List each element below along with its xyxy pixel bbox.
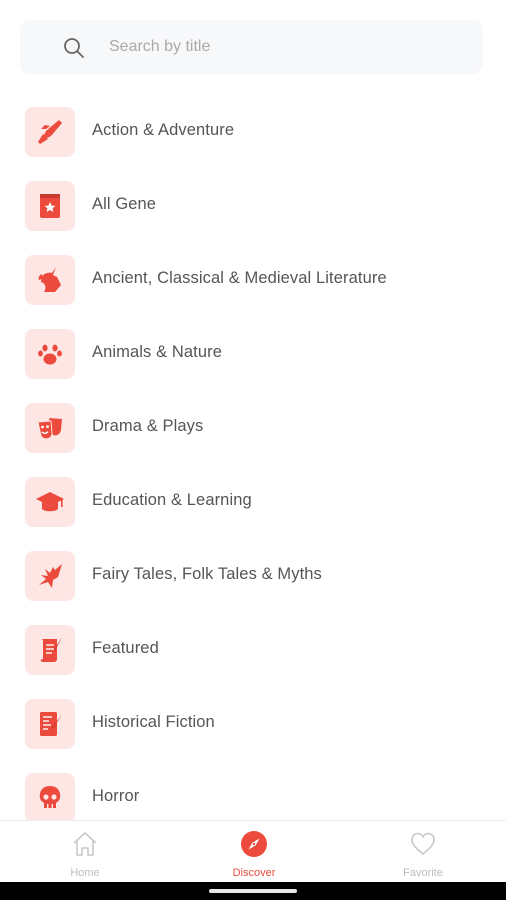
document-quill-icon bbox=[25, 699, 75, 749]
theater-masks-icon bbox=[25, 403, 75, 453]
category-label: Animals & Nature bbox=[92, 343, 222, 361]
category-item-education-learning[interactable]: Education & Learning bbox=[0, 466, 506, 536]
rocket-icon bbox=[25, 107, 75, 157]
category-item-drama-plays[interactable]: Drama & Plays bbox=[0, 392, 506, 462]
paw-icon bbox=[25, 329, 75, 379]
category-label: All Gene bbox=[92, 195, 157, 213]
tab-favorite[interactable]: Favorite bbox=[363, 821, 483, 883]
graduation-cap-icon bbox=[25, 477, 75, 527]
tab-label: Home bbox=[70, 867, 100, 879]
dragon-icon bbox=[25, 551, 75, 601]
category-label: Education & Learning bbox=[92, 491, 252, 509]
compass-icon bbox=[241, 831, 267, 857]
category-item-historical-fiction[interactable]: Historical Fiction bbox=[0, 688, 506, 758]
tab-label: Discover bbox=[232, 867, 276, 879]
category-item-action-adventure[interactable]: Action & Adventure bbox=[0, 96, 506, 166]
home-icon bbox=[73, 832, 97, 856]
system-navigation-bar bbox=[0, 882, 506, 900]
search-bar[interactable] bbox=[20, 20, 483, 74]
skull-icon bbox=[25, 773, 75, 823]
category-item-featured[interactable]: Featured bbox=[0, 614, 506, 684]
search-icon bbox=[64, 38, 84, 58]
home-gesture-handle[interactable] bbox=[209, 889, 297, 893]
tab-home[interactable]: Home bbox=[25, 821, 145, 883]
category-item-ancient-classical[interactable]: Ancient, Classical & Medieval Literature bbox=[0, 244, 506, 314]
book-star-icon bbox=[25, 181, 75, 231]
category-label: Drama & Plays bbox=[92, 417, 204, 435]
category-label: Fairy Tales, Folk Tales & Myths bbox=[92, 565, 322, 583]
category-item-animals-nature[interactable]: Animals & Nature bbox=[0, 318, 506, 388]
category-label: Action & Adventure bbox=[92, 121, 235, 139]
category-label: Historical Fiction bbox=[92, 713, 215, 731]
category-label: Ancient, Classical & Medieval Literature bbox=[92, 269, 387, 287]
category-label: Horror bbox=[92, 787, 140, 805]
unicorn-icon bbox=[25, 255, 75, 305]
tab-label: Favorite bbox=[403, 867, 443, 879]
scroll-quill-icon bbox=[25, 625, 75, 675]
tab-discover[interactable]: Discover bbox=[194, 821, 314, 883]
category-item-fairy-tales[interactable]: Fairy Tales, Folk Tales & Myths bbox=[0, 540, 506, 610]
category-label: Featured bbox=[92, 639, 159, 657]
search-input[interactable] bbox=[109, 34, 449, 60]
category-item-all-gene[interactable]: All Gene bbox=[0, 170, 506, 240]
bottom-tab-bar: Home Discover Favorite bbox=[0, 820, 506, 882]
heart-icon bbox=[411, 832, 435, 855]
